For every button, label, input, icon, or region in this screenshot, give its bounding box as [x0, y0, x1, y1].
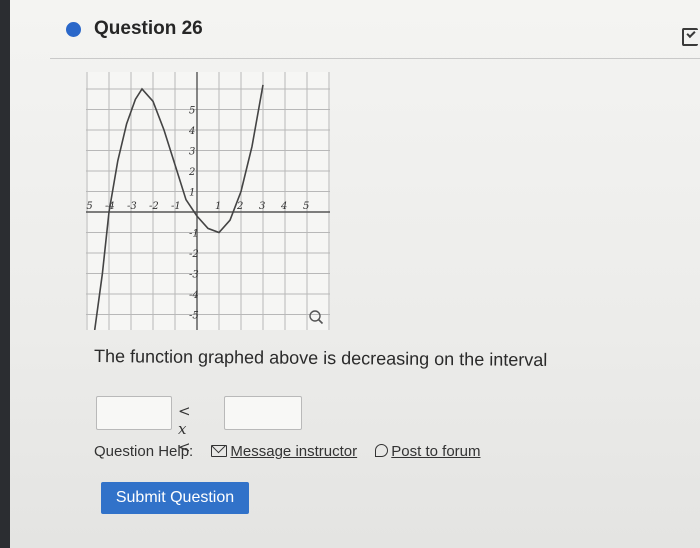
- y-tick-label: 3: [189, 147, 195, 158]
- interval-start-input[interactable]: [96, 396, 172, 430]
- y-tick-label: 5: [189, 106, 195, 117]
- interval-end-input[interactable]: [224, 396, 302, 430]
- post-to-forum-label: Post to forum: [391, 443, 481, 460]
- mail-icon: [211, 445, 228, 457]
- submit-question-button[interactable]: Submit Question: [101, 482, 249, 514]
- y-tick-label: -4: [189, 290, 199, 301]
- x-tick-label: 4: [280, 201, 287, 212]
- y-tick-label: 2: [188, 167, 195, 178]
- status-dot-icon: [66, 22, 81, 37]
- y-tick-label: -3: [189, 270, 199, 281]
- x-tick-label: 3: [259, 201, 265, 212]
- question-page: Question 26 -5-4-3-2-112345 54321-1-2-3-…: [10, 0, 700, 548]
- y-tick-label: -2: [189, 249, 199, 260]
- x-tick-label: -3: [127, 201, 137, 212]
- y-tick-label: -1: [189, 229, 199, 240]
- header-divider: [50, 58, 700, 59]
- question-title: Question 26: [94, 18, 203, 39]
- post-to-forum-link[interactable]: Post to forum: [375, 443, 481, 460]
- help-label: Question Help:: [94, 443, 194, 460]
- y-tick-label: -5: [189, 311, 199, 322]
- y-tick-label: 4: [188, 126, 195, 137]
- x-tick-label: -1: [171, 201, 181, 212]
- question-prompt: The function graphed above is decreasing…: [93, 346, 548, 370]
- function-graph: -5-4-3-2-112345 54321-1-2-3-4-5: [86, 72, 330, 330]
- x-tick-label: -2: [149, 201, 159, 212]
- chat-icon: [375, 444, 389, 457]
- checkbox-icon[interactable]: [682, 28, 698, 46]
- message-instructor-link[interactable]: Message instructor: [211, 443, 357, 460]
- question-help: Question Help: Message instructor Post t…: [94, 443, 481, 460]
- x-tick-label: -5: [86, 201, 93, 212]
- x-tick-label: 5: [303, 201, 309, 212]
- x-tick-label: 1: [215, 201, 221, 212]
- message-instructor-label: Message instructor: [230, 443, 358, 460]
- y-tick-label: 1: [189, 188, 195, 199]
